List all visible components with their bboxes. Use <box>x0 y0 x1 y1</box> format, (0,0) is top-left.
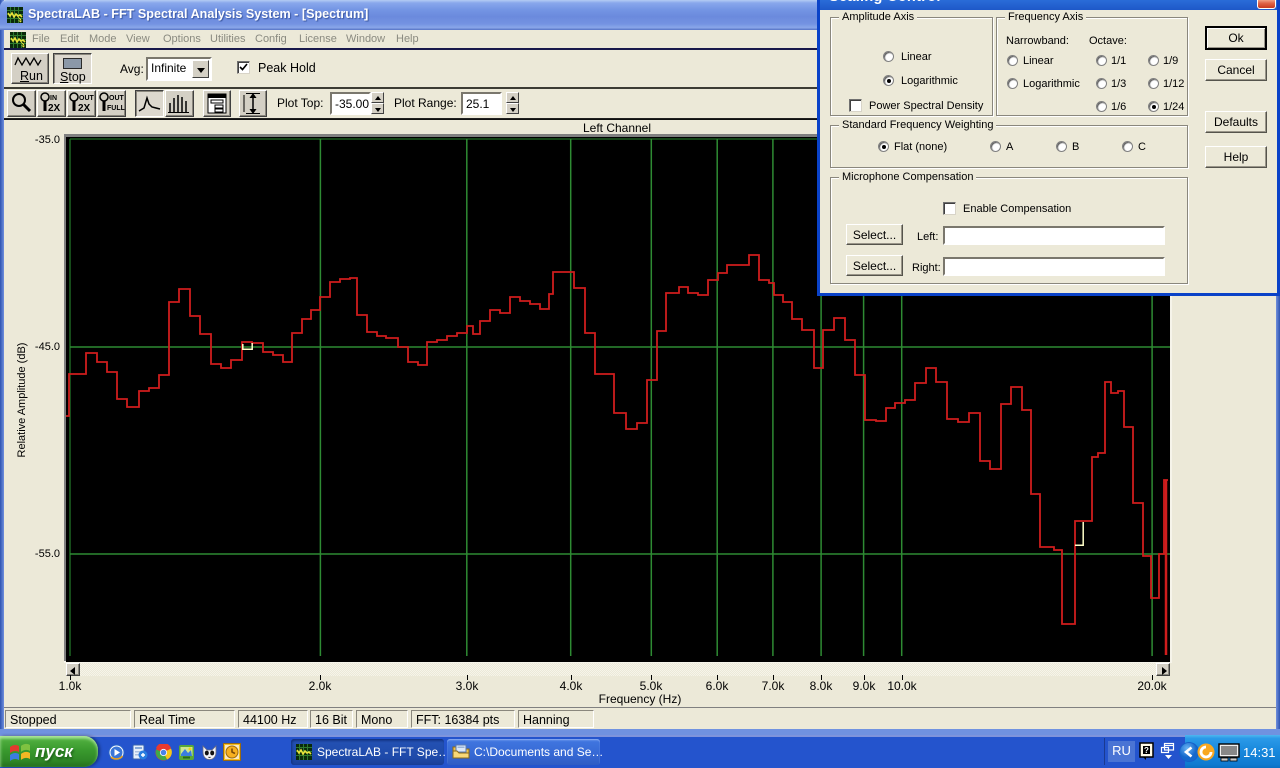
svg-text:IN: IN <box>50 95 57 102</box>
svg-text:FULL: FULL <box>107 105 125 112</box>
svg-text:OUT: OUT <box>79 95 95 102</box>
svg-text:2X: 2X <box>48 103 61 114</box>
svg-text:?: ? <box>1144 746 1149 755</box>
svg-text:2X: 2X <box>78 103 91 114</box>
svg-text:OUT: OUT <box>109 95 125 102</box>
